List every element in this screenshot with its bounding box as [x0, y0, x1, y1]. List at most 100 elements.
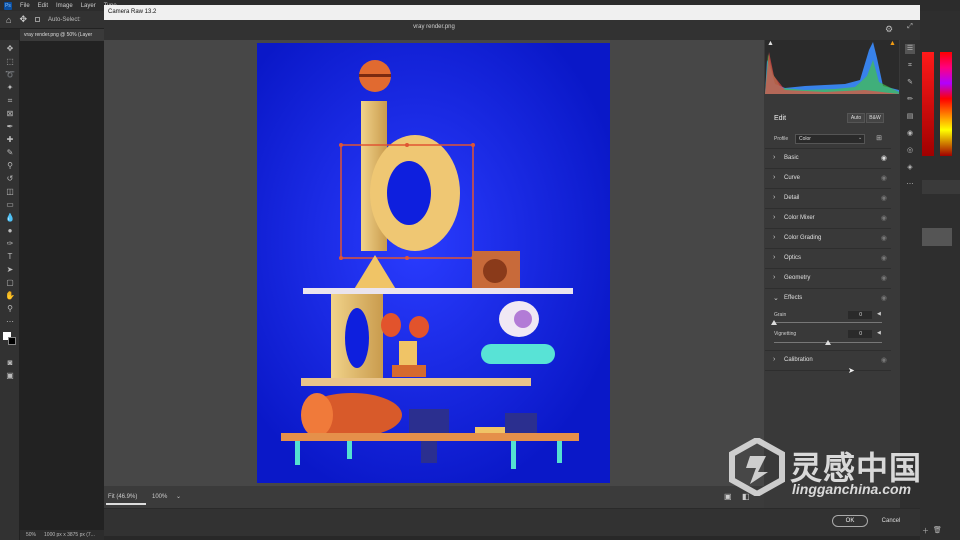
grain-value[interactable]: 0: [848, 311, 872, 319]
edit-sliders-icon[interactable]: ☰: [905, 44, 915, 54]
hand-tool-icon[interactable]: ✋: [4, 291, 16, 301]
crop-icon[interactable]: ⌗: [905, 61, 915, 71]
shadow-clip-icon[interactable]: ▲: [767, 40, 774, 47]
section-optics[interactable]: › Optics ◉: [765, 248, 891, 268]
gear-icon[interactable]: ⚙: [884, 24, 894, 34]
preview-image[interactable]: [257, 43, 610, 483]
auto-select-label: Auto-Select:: [47, 16, 81, 23]
eyedropper-icon[interactable]: ✒: [4, 122, 16, 132]
menu-file[interactable]: File: [20, 3, 30, 9]
vignetting-label: Vignetting: [774, 331, 797, 337]
zoom-fit-label[interactable]: Fit (46.9%): [108, 494, 137, 500]
stamp-tool-icon[interactable]: ⚲: [4, 161, 16, 171]
frame-tool-icon[interactable]: ⊠: [4, 109, 16, 119]
path-select-icon[interactable]: ➤: [4, 265, 16, 275]
section-geometry[interactable]: › Geometry ◉: [765, 268, 891, 288]
section-detail[interactable]: › Detail ◉: [765, 188, 891, 208]
magic-wand-icon[interactable]: ✦: [4, 83, 16, 93]
photoshop-status-bar: 50% 1000 px x 3875 px (7...: [20, 530, 104, 540]
grain-slider-thumb[interactable]: [771, 320, 777, 325]
brush-icon[interactable]: ✏: [905, 95, 915, 105]
section-label: Optics: [784, 255, 802, 261]
eye-icon[interactable]: ◉: [881, 154, 887, 162]
eraser-icon[interactable]: ◫: [4, 187, 16, 197]
hue-slider[interactable]: [940, 52, 952, 156]
grain-slider-track[interactable]: [774, 322, 882, 323]
status-zoom: 50%: [26, 532, 37, 538]
chevron-right-icon: ›: [773, 154, 776, 161]
vignetting-slider-thumb[interactable]: [825, 340, 831, 345]
shape-tool-icon[interactable]: ▢: [4, 278, 16, 288]
section-label: Detail: [784, 195, 800, 201]
pen-tool-icon[interactable]: ✑: [4, 239, 16, 249]
more-tools-icon[interactable]: ⋯: [4, 317, 16, 327]
eye-icon[interactable]: ◉: [881, 356, 887, 364]
section-calibration[interactable]: › Calibration ◉: [765, 350, 891, 370]
color-picker-swatch[interactable]: [922, 52, 934, 156]
image-filename: vray render.png: [413, 24, 455, 30]
document-tab[interactable]: vray render.png @ 50% (Layer: [20, 29, 104, 41]
zoom-tool-icon[interactable]: ⚲: [4, 304, 16, 314]
chevron-right-icon: ›: [773, 234, 776, 241]
screen-mode-icon[interactable]: ▣: [4, 371, 16, 381]
photoshop-toolbar: ✥ ⬚ ➰ ✦ ⌗ ⊠ ✒ ✚ ✎ ⚲ ↺ ◫ ▭ 💧 ● ✑ T ➤ ▢ ✋ …: [0, 40, 20, 540]
menu-image[interactable]: Image: [56, 3, 73, 9]
move-tool-icon[interactable]: ✥: [4, 44, 16, 54]
blur-tool-icon[interactable]: 💧: [4, 213, 16, 223]
panel-tab[interactable]: [922, 180, 960, 194]
histogram: ▲ ▲: [765, 40, 899, 94]
gradient-tool-icon[interactable]: ▭: [4, 200, 16, 210]
menu-edit[interactable]: Edit: [38, 3, 48, 9]
bw-button[interactable]: B&W: [866, 113, 884, 123]
red-eye-icon[interactable]: ◎: [905, 146, 915, 156]
section-basic[interactable]: › Basic ◉: [765, 148, 891, 168]
layer-thumbnail[interactable]: [922, 228, 952, 246]
eye-icon[interactable]: ◉: [881, 254, 887, 262]
auto-select-checkbox[interactable]: [34, 17, 40, 22]
eye-icon[interactable]: ◉: [881, 194, 887, 202]
radial-filter-icon[interactable]: ◉: [905, 129, 915, 139]
dodge-tool-icon[interactable]: ●: [4, 226, 16, 236]
lasso-tool-icon[interactable]: ➰: [4, 70, 16, 80]
eye-icon[interactable]: ◉: [881, 174, 887, 182]
eye-icon[interactable]: ◉: [881, 214, 887, 222]
section-curve[interactable]: › Curve ◉: [765, 168, 891, 188]
presets-icon[interactable]: ◈: [905, 163, 915, 173]
grain-reset-icon[interactable]: ◀: [877, 311, 881, 317]
crop-tool-icon[interactable]: ⌗: [4, 96, 16, 106]
more-options-icon[interactable]: ⋯: [905, 180, 915, 190]
add-layer-icon[interactable]: ＋: [922, 526, 929, 536]
brush-tool-icon[interactable]: ✎: [4, 148, 16, 158]
section-effects[interactable]: ⌄ Effects ◉: [765, 288, 891, 308]
move-tool-icon[interactable]: ✥: [19, 14, 27, 25]
eye-icon[interactable]: ◉: [881, 274, 887, 282]
gradient-mask-icon[interactable]: ▤: [905, 112, 915, 122]
healing-icon[interactable]: ✎: [905, 78, 915, 88]
section-color-grading[interactable]: › Color Grading ◉: [765, 228, 891, 248]
section-color-mixer[interactable]: › Color Mixer ◉: [765, 208, 891, 228]
quick-mask-icon[interactable]: ◙: [4, 358, 16, 368]
vignetting-reset-icon[interactable]: ◀: [877, 330, 881, 336]
history-brush-icon[interactable]: ↺: [4, 174, 16, 184]
ok-button[interactable]: OK: [832, 515, 868, 527]
home-icon[interactable]: ⌂: [6, 15, 11, 25]
highlight-clip-icon[interactable]: ▲: [889, 40, 896, 47]
type-tool-icon[interactable]: T: [4, 252, 16, 262]
healing-brush-icon[interactable]: ✚: [4, 135, 16, 145]
marquee-tool-icon[interactable]: ⬚: [4, 57, 16, 67]
auto-button[interactable]: Auto: [847, 113, 865, 123]
edit-heading: Edit: [774, 115, 787, 122]
profile-browser-icon[interactable]: ⊞: [874, 134, 884, 144]
profile-select[interactable]: Color: [795, 134, 865, 144]
fullscreen-icon[interactable]: ⤢: [905, 22, 915, 32]
cancel-button[interactable]: Cancel: [876, 515, 906, 527]
vignetting-value[interactable]: 0: [848, 330, 872, 338]
eye-icon[interactable]: ◉: [881, 294, 887, 302]
zoom-100-label[interactable]: 100%: [152, 494, 167, 500]
mouse-cursor-icon: ➤: [848, 366, 855, 375]
background-color-swatch[interactable]: [8, 337, 16, 345]
trash-icon[interactable]: 🗑: [933, 526, 942, 536]
zoom-dropdown-icon[interactable]: ⌄: [176, 493, 181, 500]
eye-icon[interactable]: ◉: [881, 234, 887, 242]
menu-layer[interactable]: Layer: [81, 3, 96, 9]
